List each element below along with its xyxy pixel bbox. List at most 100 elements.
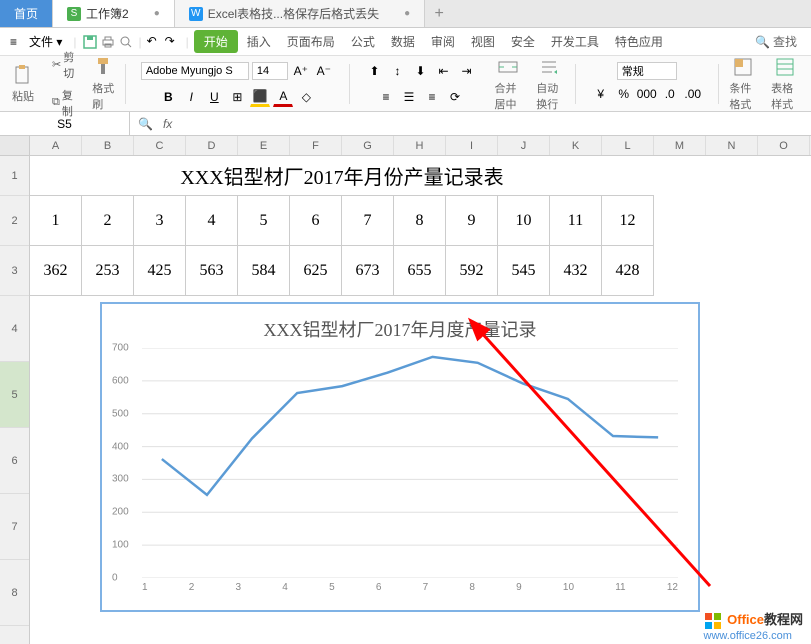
paste-button[interactable]: 粘贴 [6,62,40,106]
cell[interactable]: 563 [186,246,238,295]
ribbon-tab-dev[interactable]: 开发工具 [544,31,606,52]
sheet-title-cell[interactable]: XXX铝型材厂2017年月份产量记录表 [30,156,654,196]
wrap-text-button[interactable]: 自动换行 [530,54,570,114]
cell[interactable]: 11 [550,196,602,245]
cell-grid[interactable]: XXX铝型材厂2017年月份产量记录表 1 2 3 4 5 6 7 8 9 10… [30,156,811,644]
comma-button[interactable]: 000 [637,84,657,104]
cell[interactable]: 12 [602,196,654,245]
underline-button[interactable]: U [204,87,224,107]
clear-format-button[interactable]: ◇ [296,87,316,107]
cell[interactable]: 9 [446,196,498,245]
col-header[interactable]: G [342,136,394,155]
undo-icon[interactable]: ↶ [147,34,163,50]
tab-home[interactable]: 首页 [0,0,53,27]
cell[interactable]: 428 [602,246,654,295]
align-top-button[interactable]: ⬆ [364,61,384,81]
cell[interactable]: 625 [290,246,342,295]
cell[interactable]: 5 [238,196,290,245]
merge-center-button[interactable]: 合并居中 [488,54,528,114]
cell[interactable]: 584 [238,246,290,295]
percent-button[interactable]: % [614,84,634,104]
indent-left-button[interactable]: ⇤ [433,61,453,81]
font-color-button[interactable]: A [273,87,293,107]
col-header[interactable]: M [654,136,706,155]
cell[interactable]: 253 [82,246,134,295]
hamburger-icon[interactable]: ≡ [6,33,21,51]
chart-title[interactable]: XXX铝型材厂2017年月度产量记录 [102,304,698,348]
cell[interactable]: 673 [342,246,394,295]
col-header[interactable]: N [706,136,758,155]
name-box[interactable]: S5 [0,112,130,135]
cell[interactable]: 6 [290,196,342,245]
cell[interactable]: 8 [394,196,446,245]
font-size-select[interactable] [252,62,288,80]
col-header[interactable]: H [394,136,446,155]
ribbon-tab-view[interactable]: 视图 [464,31,502,52]
row-header[interactable]: 3 [0,246,29,296]
cell[interactable]: 7 [342,196,394,245]
cell[interactable]: 362 [30,246,82,295]
col-header[interactable]: I [446,136,498,155]
cell[interactable]: 655 [394,246,446,295]
preview-icon[interactable] [118,34,134,50]
col-header[interactable]: F [290,136,342,155]
cell[interactable]: 3 [134,196,186,245]
ribbon-tab-formula[interactable]: 公式 [344,31,382,52]
select-all-corner[interactable] [0,136,30,155]
decrease-decimal-button[interactable]: .00 [683,84,703,104]
row-header[interactable]: 2 [0,196,29,246]
cell[interactable]: 592 [446,246,498,295]
cell[interactable]: 545 [498,246,550,295]
cond-format-button[interactable]: 条件格式 [723,54,763,114]
table-style-button[interactable]: 表格样式 [765,54,805,114]
col-header[interactable]: O [758,136,810,155]
cut-button[interactable]: ✂剪切 [48,47,78,83]
font-name-select[interactable] [141,62,249,80]
indent-right-button[interactable]: ⇥ [456,61,476,81]
fill-color-button[interactable]: ⬛ [250,87,270,107]
border-button[interactable]: ⊞ [227,87,247,107]
redo-icon[interactable]: ↷ [165,34,181,50]
print-icon[interactable] [100,34,116,50]
cell[interactable]: 4 [186,196,238,245]
bold-button[interactable]: B [158,87,178,107]
align-bottom-button[interactable]: ⬇ [410,61,430,81]
ribbon-tab-insert[interactable]: 插入 [240,31,278,52]
row-header[interactable]: 4 [0,296,29,362]
col-header[interactable]: A [30,136,82,155]
number-format-select[interactable] [617,62,677,80]
align-middle-button[interactable]: ↕ [387,61,407,81]
cell[interactable]: 425 [134,246,186,295]
increase-font-button[interactable]: A⁺ [291,61,311,81]
row-header[interactable]: 5 [0,362,29,428]
search-button[interactable]: 🔍 查找 [747,31,805,52]
cell[interactable]: 432 [550,246,602,295]
row-header[interactable]: 1 [0,156,29,196]
fx-icon[interactable]: fx [163,117,172,131]
ribbon-tab-data[interactable]: 数据 [384,31,422,52]
align-center-button[interactable]: ☰ [399,87,419,107]
add-tab-button[interactable]: + [425,0,453,27]
chart-object[interactable]: XXX铝型材厂2017年月度产量记录 010020030040050060070… [100,302,700,612]
currency-button[interactable]: ¥ [591,84,611,104]
col-header[interactable]: J [498,136,550,155]
tab-workbook[interactable]: S 工作簿2 ● [53,0,175,27]
align-right-button[interactable]: ≡ [422,87,442,107]
tab-document[interactable]: W Excel表格技...格保存后格式丢失 ● [175,0,425,27]
row-header[interactable]: 7 [0,494,29,560]
decrease-font-button[interactable]: A⁻ [314,61,334,81]
col-header[interactable]: D [186,136,238,155]
orientation-button[interactable]: ⟳ [445,87,465,107]
cell[interactable]: 10 [498,196,550,245]
ribbon-tab-start[interactable]: 开始 [194,30,238,53]
col-header[interactable]: B [82,136,134,155]
italic-button[interactable]: I [181,87,201,107]
ribbon-tab-review[interactable]: 审阅 [424,31,462,52]
col-header[interactable]: L [602,136,654,155]
format-painter-button[interactable]: 格式刷 [86,54,120,114]
row-header[interactable]: 9 [0,626,29,644]
row-header[interactable]: 8 [0,560,29,626]
col-header[interactable]: E [238,136,290,155]
ribbon-tab-layout[interactable]: 页面布局 [280,31,342,52]
col-header[interactable]: C [134,136,186,155]
